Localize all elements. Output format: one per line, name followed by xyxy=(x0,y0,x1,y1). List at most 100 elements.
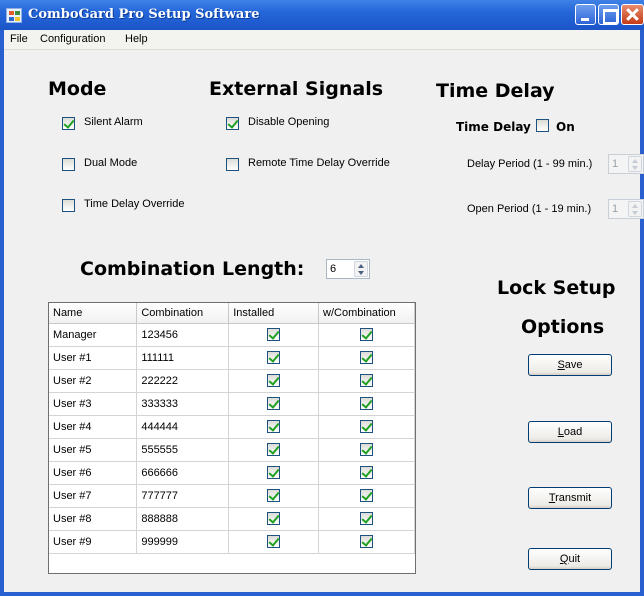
transmit-button[interactable]: Transmit xyxy=(528,487,612,509)
combination-cell[interactable]: 777777 xyxy=(136,484,230,508)
user-name-cell[interactable]: Manager xyxy=(49,323,138,347)
column-header-with-combination[interactable]: w/Combination xyxy=(318,303,415,324)
user-name-cell[interactable]: User #2 xyxy=(49,369,138,393)
with-combination-checkbox[interactable] xyxy=(360,351,374,364)
installed-checkbox-cell xyxy=(228,438,320,462)
minimize-button[interactable] xyxy=(575,4,596,25)
combination-length-spinner[interactable]: 6 xyxy=(326,259,370,279)
with-combination-checkbox[interactable] xyxy=(360,374,374,387)
with-combination-checkbox[interactable] xyxy=(360,420,374,433)
menu-configuration[interactable]: Configuration xyxy=(40,33,105,45)
combination-length-arrows-icon[interactable] xyxy=(354,261,368,277)
time-delay-override-checkbox[interactable] xyxy=(62,199,75,212)
table-row[interactable]: User #7 777777 xyxy=(49,484,415,508)
table-row[interactable]: User #4 444444 xyxy=(49,415,415,439)
quit-button[interactable]: Quit xyxy=(528,548,612,570)
open-period-arrows-icon[interactable] xyxy=(628,201,642,217)
installed-checkbox[interactable] xyxy=(267,328,281,341)
user-name-cell[interactable]: User #8 xyxy=(49,507,138,531)
table-row[interactable]: User #8 888888 xyxy=(49,507,415,531)
installed-checkbox[interactable] xyxy=(267,374,281,387)
disable-opening-checkbox[interactable] xyxy=(226,117,239,130)
installed-checkbox[interactable] xyxy=(267,420,281,433)
menu-help[interactable]: Help xyxy=(125,33,148,45)
combination-cell[interactable]: 888888 xyxy=(136,507,230,531)
with-combination-checkbox-cell xyxy=(318,530,415,554)
save-button[interactable]: Save xyxy=(528,354,612,376)
with-combination-checkbox[interactable] xyxy=(360,512,374,525)
quit-button-label: uit xyxy=(568,553,581,565)
time-delay-toggle-label: Time Delay xyxy=(456,120,531,134)
with-combination-checkbox[interactable] xyxy=(360,466,374,479)
app-window: ComboGard Pro Setup Software File Config… xyxy=(0,0,644,600)
user-name-cell[interactable]: User #6 xyxy=(49,461,138,485)
table-row[interactable]: User #9 999999 xyxy=(49,530,415,554)
title-bar[interactable]: ComboGard Pro Setup Software xyxy=(0,0,644,30)
with-combination-checkbox-cell xyxy=(318,346,415,370)
column-header-installed[interactable]: Installed xyxy=(228,303,320,324)
installed-checkbox-cell xyxy=(228,369,320,393)
installed-checkbox[interactable] xyxy=(267,512,281,525)
table-row[interactable]: User #1 111111 xyxy=(49,346,415,370)
combination-length-value: 6 xyxy=(330,263,337,275)
installed-checkbox[interactable] xyxy=(267,397,281,410)
table-header-row: Name Combination Installed w/Combination xyxy=(49,303,415,324)
table-row[interactable]: User #2 222222 xyxy=(49,369,415,393)
silent-alarm-checkbox[interactable] xyxy=(62,117,75,130)
installed-checkbox-cell xyxy=(228,461,320,485)
mode-heading: Mode xyxy=(48,78,107,100)
time-delay-on-label: On xyxy=(556,120,575,134)
table-row[interactable]: User #6 666666 xyxy=(49,461,415,485)
lock-setup-heading: Lock Setup xyxy=(497,277,616,299)
installed-checkbox[interactable] xyxy=(267,535,281,548)
installed-checkbox[interactable] xyxy=(267,466,281,479)
users-table[interactable]: Name Combination Installed w/Combination… xyxy=(48,302,416,574)
with-combination-checkbox[interactable] xyxy=(360,535,374,548)
with-combination-checkbox[interactable] xyxy=(360,328,374,341)
installed-checkbox[interactable] xyxy=(267,443,281,456)
dual-mode-checkbox[interactable] xyxy=(62,158,75,171)
user-name-cell[interactable]: User #3 xyxy=(49,392,138,416)
installed-checkbox[interactable] xyxy=(267,489,281,502)
with-combination-checkbox[interactable] xyxy=(360,443,374,456)
combination-cell[interactable]: 555555 xyxy=(136,438,230,462)
combination-cell[interactable]: 999999 xyxy=(136,530,230,554)
user-name-cell[interactable]: User #4 xyxy=(49,415,138,439)
remote-time-delay-override-checkbox[interactable] xyxy=(226,158,239,171)
combination-cell[interactable]: 222222 xyxy=(136,369,230,393)
column-header-name[interactable]: Name xyxy=(49,303,138,324)
silent-alarm-label: Silent Alarm xyxy=(84,116,143,128)
menu-file[interactable]: File xyxy=(10,33,28,45)
combination-cell[interactable]: 123456 xyxy=(136,323,230,347)
installed-checkbox-cell xyxy=(228,530,320,554)
installed-checkbox-cell xyxy=(228,323,320,347)
user-name-cell[interactable]: User #7 xyxy=(49,484,138,508)
with-combination-checkbox[interactable] xyxy=(360,489,374,502)
delay-period-spinner[interactable]: 1 xyxy=(608,154,644,174)
user-name-cell[interactable]: User #1 xyxy=(49,346,138,370)
installed-checkbox[interactable] xyxy=(267,351,281,364)
lock-setup-options-heading: Options xyxy=(521,316,605,338)
user-name-cell[interactable]: User #9 xyxy=(49,530,138,554)
table-row[interactable]: Manager 123456 xyxy=(49,323,415,347)
with-combination-checkbox[interactable] xyxy=(360,397,374,410)
with-combination-checkbox-cell xyxy=(318,484,415,508)
window-title: ComboGard Pro Setup Software xyxy=(28,7,260,22)
combination-cell[interactable]: 666666 xyxy=(136,461,230,485)
load-button[interactable]: Load xyxy=(528,421,612,443)
maximize-button[interactable] xyxy=(598,4,619,25)
open-period-spinner[interactable]: 1 xyxy=(608,199,644,219)
delay-period-arrows-icon[interactable] xyxy=(628,156,642,172)
column-header-combination[interactable]: Combination xyxy=(136,303,230,324)
user-name-cell[interactable]: User #5 xyxy=(49,438,138,462)
table-row[interactable]: User #3 333333 xyxy=(49,392,415,416)
combination-cell[interactable]: 333333 xyxy=(136,392,230,416)
combination-cell[interactable]: 111111 xyxy=(136,346,230,370)
table-row[interactable]: User #5 555555 xyxy=(49,438,415,462)
external-signals-heading: External Signals xyxy=(209,78,384,100)
with-combination-checkbox-cell xyxy=(318,415,415,439)
menu-bar: File Configuration Help xyxy=(4,30,640,50)
time-delay-on-checkbox[interactable] xyxy=(536,119,549,132)
close-button[interactable] xyxy=(621,4,644,25)
combination-cell[interactable]: 444444 xyxy=(136,415,230,439)
